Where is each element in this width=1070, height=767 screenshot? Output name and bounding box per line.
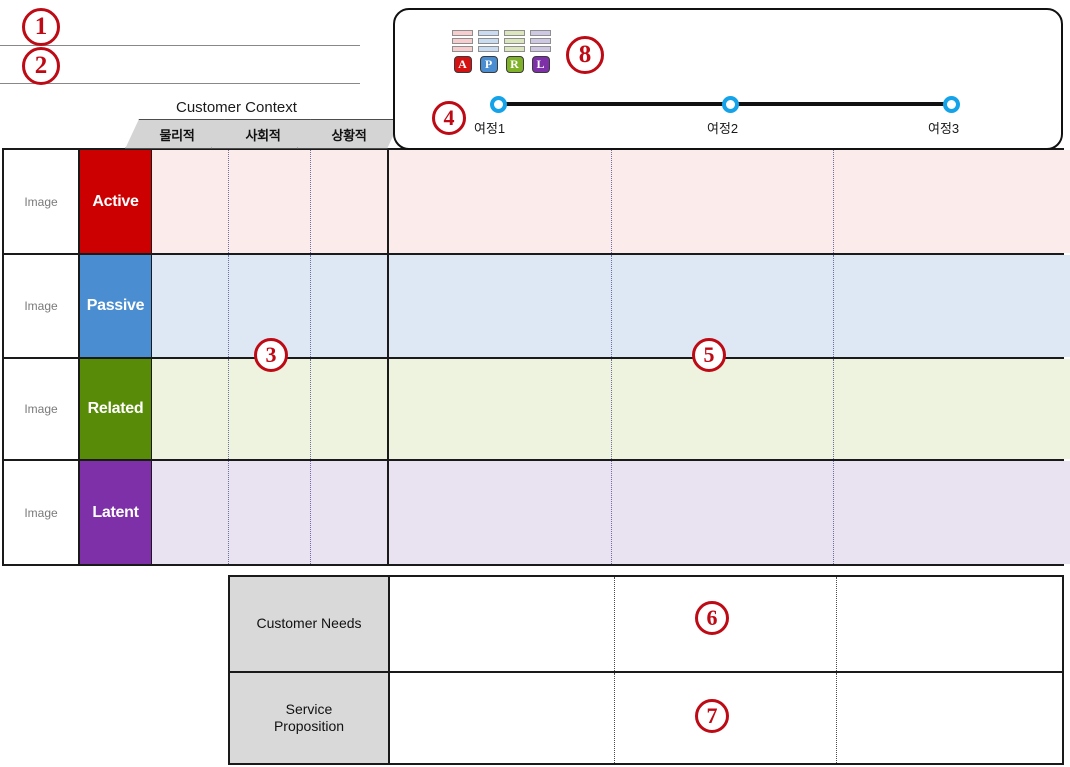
callout-marker-8[interactable]: 8 xyxy=(566,36,604,74)
diagram-canvas: 1 2 Customer Context 물리적 사회적 상황적 Image A… xyxy=(0,0,1070,767)
cell-active-social[interactable] xyxy=(229,150,311,253)
row-image-cell[interactable]: Image xyxy=(4,255,80,357)
cell-latent-physical[interactable] xyxy=(152,461,229,564)
matrix-row-latent: Image Latent xyxy=(4,459,1070,564)
callout-marker-1[interactable]: 1 xyxy=(22,8,60,46)
legend-badge-a[interactable]: A xyxy=(453,56,472,73)
journey-node-1[interactable] xyxy=(490,96,507,113)
legend-bar xyxy=(452,30,473,36)
row-image-cell[interactable]: Image xyxy=(4,461,80,564)
journey-node-1-label: 여정1 xyxy=(474,121,506,136)
legend-bar xyxy=(530,46,551,52)
cell-passive-physical[interactable] xyxy=(152,255,229,357)
legend-badge-p[interactable]: P xyxy=(479,56,498,73)
journey-node-2[interactable] xyxy=(722,96,739,113)
legend-bar xyxy=(504,30,525,36)
callout-marker-2[interactable]: 2 xyxy=(22,47,60,85)
cell-active-journey2[interactable] xyxy=(612,150,834,253)
legend-bar xyxy=(478,38,499,44)
aprl-legend: A P R L xyxy=(452,30,551,73)
callout-marker-4[interactable]: 4 xyxy=(432,101,466,135)
cell-related-journey2[interactable] xyxy=(612,359,834,459)
row-header-service-proposition-label: Service Proposition xyxy=(273,700,345,735)
row-label-latent: Latent xyxy=(80,461,152,564)
row-image-cell[interactable]: Image xyxy=(4,150,80,253)
cell-latent-social[interactable] xyxy=(229,461,311,564)
row-label-passive: Passive xyxy=(80,255,152,357)
legend-bar xyxy=(452,38,473,44)
needs-cell-journey3[interactable] xyxy=(837,577,1062,671)
legend-bar xyxy=(478,46,499,52)
row-label-active: Active xyxy=(80,150,152,253)
cell-active-journey1[interactable] xyxy=(389,150,612,253)
context-tab-situational-label: 상황적 xyxy=(331,127,367,143)
cell-active-situational[interactable] xyxy=(311,150,389,253)
legend-bar xyxy=(530,38,551,44)
cell-latent-journey3[interactable] xyxy=(834,461,1070,564)
title-rule-line-2 xyxy=(0,83,360,84)
callout-marker-3[interactable]: 3 xyxy=(254,338,288,372)
legend-bar xyxy=(478,30,499,36)
proposition-cell-journey1[interactable] xyxy=(390,673,615,763)
title-rule-line-1 xyxy=(0,45,360,46)
cell-passive-situational[interactable] xyxy=(311,255,389,357)
context-tab-social-label: 사회적 xyxy=(245,127,281,143)
context-tab-situational[interactable]: 상황적 xyxy=(297,119,401,149)
row-header-service-proposition: Service Proposition xyxy=(230,673,390,763)
context-tab-physical-label: 물리적 xyxy=(159,127,195,143)
legend-column-latent: L xyxy=(530,30,551,73)
cell-passive-journey2[interactable] xyxy=(612,255,834,357)
callout-marker-7[interactable]: 7 xyxy=(695,699,729,733)
cell-related-situational[interactable] xyxy=(311,359,389,459)
journey-node-3-label: 여정3 xyxy=(928,121,960,136)
legend-bar xyxy=(504,46,525,52)
cell-latent-journey2[interactable] xyxy=(612,461,834,564)
table-row-service-proposition: Service Proposition xyxy=(230,671,1062,763)
legend-bar xyxy=(504,38,525,44)
customer-context-title: Customer Context xyxy=(176,99,297,116)
cell-related-physical[interactable] xyxy=(152,359,229,459)
legend-badge-r[interactable]: R xyxy=(505,56,524,73)
row-image-cell[interactable]: Image xyxy=(4,359,80,459)
cell-related-journey3[interactable] xyxy=(834,359,1070,459)
needs-proposition-table: Customer Needs Service Proposition xyxy=(228,575,1064,765)
customer-journey-matrix: Image Active Image Passive Image Related xyxy=(2,148,1070,566)
cell-passive-journey1[interactable] xyxy=(389,255,612,357)
cell-passive-journey3[interactable] xyxy=(834,255,1070,357)
cell-active-journey3[interactable] xyxy=(834,150,1070,253)
row-label-related: Related xyxy=(80,359,152,459)
matrix-row-passive: Image Passive xyxy=(4,253,1070,357)
matrix-row-related: Image Related xyxy=(4,357,1070,459)
journey-node-2-label: 여정2 xyxy=(707,121,739,136)
needs-cell-journey1[interactable] xyxy=(390,577,615,671)
legend-badge-l[interactable]: L xyxy=(531,56,550,73)
row-header-customer-needs: Customer Needs xyxy=(230,577,390,671)
legend-bar xyxy=(530,30,551,36)
cell-related-journey1[interactable] xyxy=(389,359,612,459)
customer-context-tabs: 물리적 사회적 상황적 xyxy=(125,119,395,149)
callout-marker-6[interactable]: 6 xyxy=(695,601,729,635)
cell-latent-situational[interactable] xyxy=(311,461,389,564)
legend-column-passive: P xyxy=(478,30,499,73)
legend-column-active: A xyxy=(452,30,473,73)
matrix-row-active: Image Active xyxy=(4,150,1070,253)
callout-marker-5[interactable]: 5 xyxy=(692,338,726,372)
cell-latent-journey1[interactable] xyxy=(389,461,612,564)
proposition-cell-journey3[interactable] xyxy=(837,673,1062,763)
legend-column-related: R xyxy=(504,30,525,73)
legend-bar xyxy=(452,46,473,52)
table-row-customer-needs: Customer Needs xyxy=(230,577,1062,671)
journey-node-3[interactable] xyxy=(943,96,960,113)
cell-related-social[interactable] xyxy=(229,359,311,459)
cell-active-physical[interactable] xyxy=(152,150,229,253)
